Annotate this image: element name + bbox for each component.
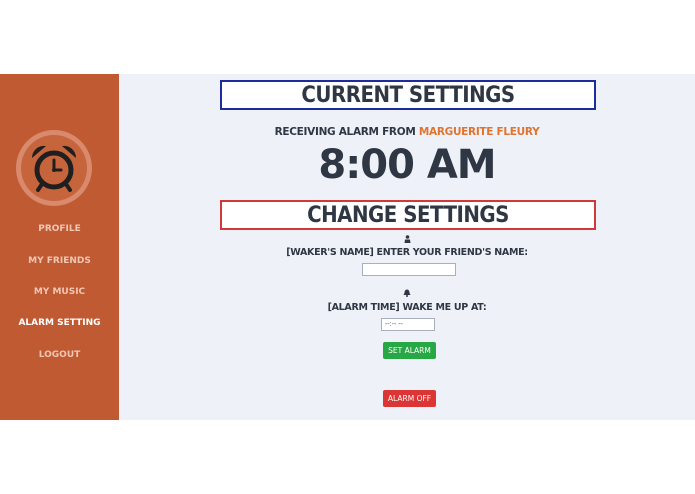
sidebar-item-alarm-setting[interactable]: ALARM SETTING [0, 318, 119, 328]
alarm-off-button[interactable]: ALARM OFF [383, 390, 436, 407]
app-window: PROFILE MY FRIENDS MY MUSIC ALARM SETTIN… [0, 74, 695, 420]
waker-name-input[interactable] [362, 263, 456, 276]
sidebar: PROFILE MY FRIENDS MY MUSIC ALARM SETTIN… [0, 74, 119, 420]
logo-inner [21, 135, 87, 201]
alarm-time-input[interactable]: --:-- -- [381, 318, 435, 331]
sidebar-item-logout[interactable]: LOGOUT [0, 350, 119, 360]
set-alarm-button[interactable]: SET ALARM [383, 342, 436, 359]
sidebar-item-my-friends[interactable]: MY FRIENDS [0, 256, 119, 266]
alarm-clock-icon [31, 145, 77, 192]
alarm-time-display: 8:00 AM [318, 142, 496, 188]
receiving-alarm-line: RECEIVING ALARM FROM MARGUERITE FLEURY [119, 126, 695, 138]
change-settings-heading: CHANGE SETTINGS [220, 200, 596, 230]
main-content: CURRENT SETTINGS RECEIVING ALARM FROM MA… [119, 74, 695, 420]
sidebar-item-profile[interactable]: PROFILE [0, 224, 119, 234]
friend-name: MARGUERITE FLEURY [418, 126, 540, 138]
receiving-prefix: RECEIVING ALARM FROM [274, 126, 416, 138]
waker-name-label: [WAKER'S NAME] ENTER YOUR FRIEND'S NAME: [286, 247, 528, 258]
current-settings-heading: CURRENT SETTINGS [220, 80, 596, 110]
sidebar-item-my-music[interactable]: MY MUSIC [0, 287, 119, 297]
person-icon [119, 235, 695, 245]
bell-icon [119, 289, 695, 299]
logo [16, 130, 92, 206]
alarm-time-label: [ALARM TIME] WAKE ME UP AT: [327, 302, 487, 313]
